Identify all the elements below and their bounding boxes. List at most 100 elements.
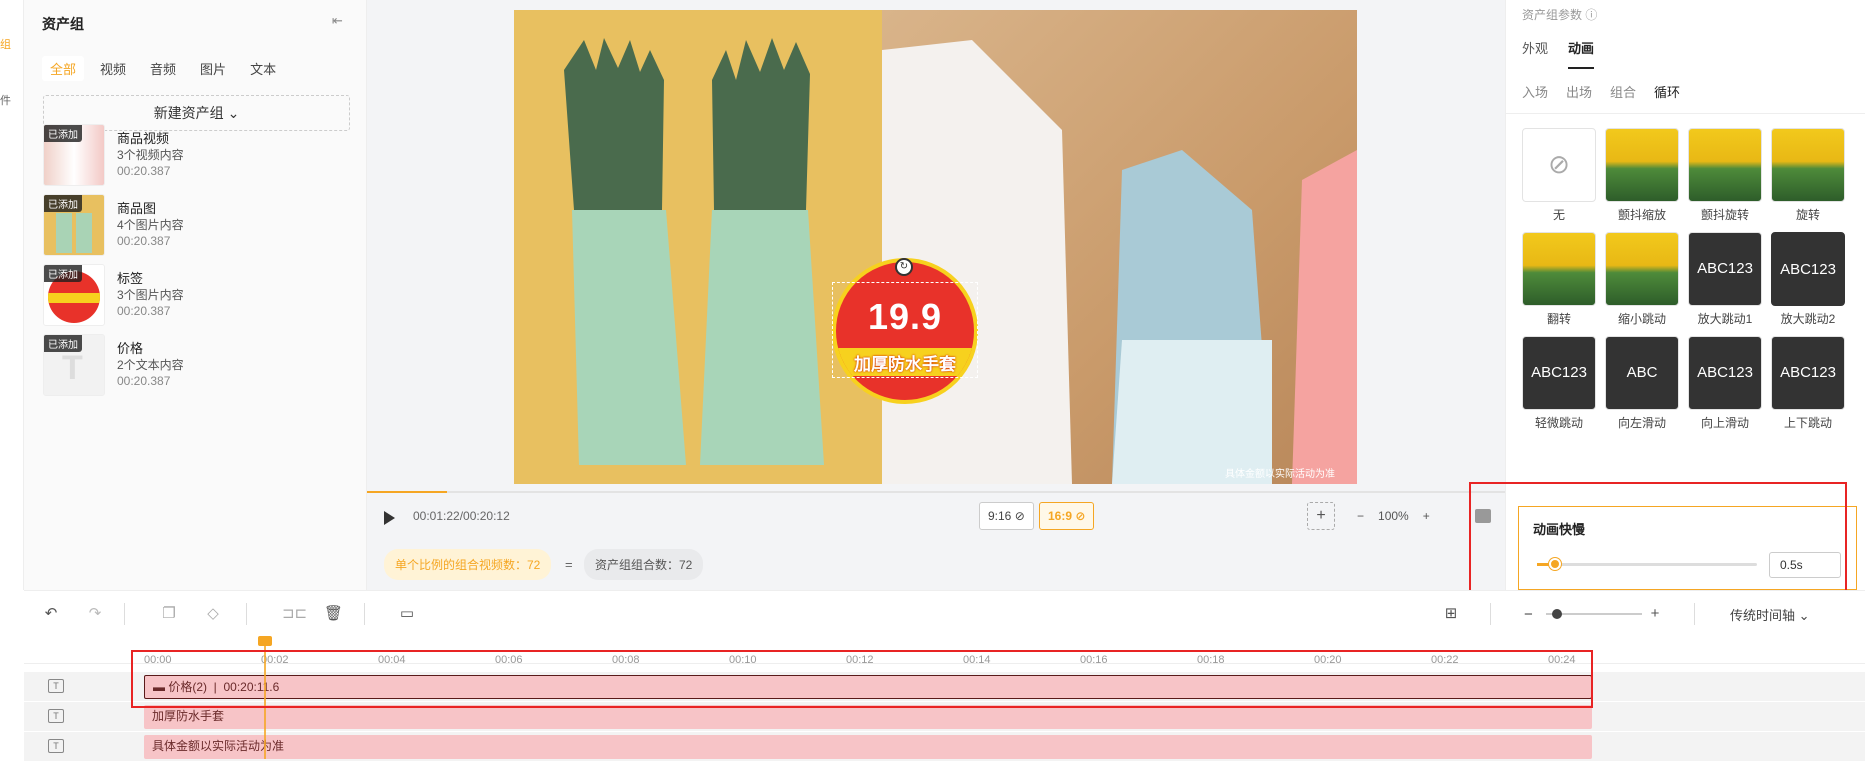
subtab-loop[interactable]: 循环 <box>1654 82 1680 101</box>
undo-icon[interactable]: ↶ <box>42 605 60 623</box>
play-icon[interactable] <box>384 511 395 525</box>
animation-preview: ABC123 <box>1688 232 1762 306</box>
props-title: 资产组参数 ⓘ <box>1522 6 1597 23</box>
folder-icon[interactable]: ▭ <box>398 605 416 623</box>
asset-name: 价格 <box>117 341 144 356</box>
animation-option[interactable]: ABC123 上下跳动 <box>1771 336 1845 431</box>
track-row: T 具体金额以实际活动为准 <box>24 732 1865 762</box>
tab-animation[interactable]: 动画 <box>1568 38 1595 69</box>
clip-text[interactable]: 加厚防水手套 <box>144 705 1592 729</box>
eraser-icon[interactable]: ◇ <box>204 605 222 623</box>
tab-text[interactable]: 文本 <box>242 56 284 81</box>
tab-all[interactable]: 全部 <box>42 56 85 81</box>
separator <box>246 603 247 625</box>
snap-icon[interactable]: ⊞ <box>1442 605 1460 623</box>
asset-tabs: 全部 视频 音频 图片 文本 <box>42 56 284 81</box>
timeline-mode-select[interactable]: 传统时间轴 ⌄ <box>1730 605 1810 624</box>
playhead-handle[interactable] <box>258 636 272 646</box>
animation-preview <box>1522 232 1596 306</box>
animation-option[interactable]: 颤抖缩放 <box>1605 128 1679 223</box>
preview-canvas[interactable]: 19.9 加厚防水手套 ↻ 具体金额以实际活动为准 <box>514 10 1357 484</box>
asset-duration: 00:20.387 <box>117 164 171 178</box>
asset-name: 商品视频 <box>117 131 170 146</box>
animation-name: 上下跳动 <box>1783 416 1832 430</box>
timeline-zoom-out-icon[interactable]: − <box>1524 606 1533 623</box>
selection-box[interactable] <box>832 282 978 378</box>
ratio-9-16-button[interactable]: 9:16 ⊘ <box>979 502 1034 530</box>
animation-option[interactable]: ABC123 放大跳动2 <box>1771 232 1845 327</box>
tab-image[interactable]: 图片 <box>192 56 234 81</box>
animation-option[interactable]: 翻转 <box>1522 232 1596 327</box>
separator <box>364 603 365 625</box>
combo-video-count: 单个比例的组合视频数：72 <box>384 549 552 580</box>
animation-option[interactable]: ABC 向左滑动 <box>1605 336 1679 431</box>
copy-icon[interactable]: ❐ <box>160 605 178 623</box>
tab-video[interactable]: 视频 <box>92 56 134 81</box>
nav-mark[interactable]: 件 <box>0 92 11 108</box>
playback-progress-track[interactable] <box>367 491 1505 493</box>
help-icon[interactable]: ⓘ <box>1585 8 1597 22</box>
add-ratio-button[interactable]: + <box>1307 502 1335 530</box>
unlink-icon: ⊘ <box>1075 509 1086 523</box>
asset-count: 2个文本内容 <box>117 358 184 372</box>
tab-audio[interactable]: 音频 <box>142 56 184 81</box>
preview-area: 19.9 加厚防水手套 ↻ 具体金额以实际活动为准 00:01:22/00:20… <box>367 0 1505 590</box>
animation-preview: ABC123 <box>1771 232 1845 306</box>
ratio-16-9-button[interactable]: 16:9 ⊘ <box>1039 502 1095 530</box>
animation-name: 旋转 <box>1795 208 1820 222</box>
animation-name: 放大跳动2 <box>1780 312 1836 326</box>
playback-progress-fill <box>367 491 447 493</box>
added-badge: 已添加 <box>44 125 82 142</box>
added-badge: 已添加 <box>44 265 82 282</box>
animation-option[interactable]: 旋转 <box>1771 128 1845 223</box>
text-type-icon: T <box>62 349 83 387</box>
chevron-down-icon: ⌄ <box>227 105 240 121</box>
asset-item-price[interactable]: 已添加 T 价格 2个文本内容 00:20.387 <box>43 334 353 400</box>
asset-item-product-video[interactable]: 已添加 商品视频 3个视频内容 00:20.387 <box>43 124 353 190</box>
divider <box>1506 113 1865 114</box>
animation-preview <box>1605 128 1679 202</box>
redo-icon[interactable]: ↷ <box>86 605 104 623</box>
animation-name: 向上滑动 <box>1700 416 1749 430</box>
collapse-icon[interactable]: ⇤ <box>332 14 348 28</box>
timeline-zoom-in-icon[interactable]: + <box>1646 605 1664 623</box>
animation-option[interactable]: ABC123 向上滑动 <box>1688 336 1762 431</box>
clip-text[interactable]: 具体金额以实际活动为准 <box>144 735 1592 759</box>
animation-preview <box>1688 128 1762 202</box>
asset-name: 商品图 <box>117 201 157 216</box>
animation-option[interactable]: 缩小跳动 <box>1605 232 1679 327</box>
asset-item-product-image[interactable]: 已添加 商品图 4个图片内容 00:20.387 <box>43 194 353 260</box>
rotate-handle-icon[interactable]: ↻ <box>895 258 913 276</box>
asset-duration: 00:20.387 <box>117 374 171 388</box>
product-image-gloves-scene <box>882 10 1357 484</box>
subtab-combo[interactable]: 组合 <box>1610 82 1636 101</box>
asset-item-tag[interactable]: 已添加 标签 3个图片内容 00:20.387 <box>43 264 353 330</box>
animation-name: 无 <box>1552 208 1565 222</box>
split-icon[interactable]: ⊐⊏ <box>282 605 307 623</box>
zoom-in-button[interactable]: + <box>1423 509 1430 523</box>
subtab-exit[interactable]: 出场 <box>1566 82 1592 101</box>
asset-thumbnail: 已添加 <box>43 124 105 186</box>
tab-appearance[interactable]: 外观 <box>1522 38 1548 69</box>
animation-name: 翻转 <box>1546 312 1571 326</box>
timecode: 00:01:22/00:20:12 <box>413 509 510 523</box>
separator <box>1490 603 1491 625</box>
animation-option[interactable]: ABC123 放大跳动1 <box>1688 232 1762 327</box>
timeline-zoom-handle[interactable] <box>1552 609 1562 619</box>
animation-name: 放大跳动1 <box>1697 312 1753 326</box>
subtab-enter[interactable]: 入场 <box>1522 82 1548 101</box>
zoom-out-button[interactable]: − <box>1357 509 1364 523</box>
delete-icon[interactable]: 🗑 <box>324 605 343 623</box>
animation-subtabs: 入场 出场 组合 循环 <box>1522 82 1680 101</box>
asset-thumbnail: 已添加 <box>43 264 105 326</box>
animation-option[interactable]: 颤抖旋转 <box>1688 128 1762 223</box>
product-image-gloves <box>514 10 882 484</box>
nav-mark-active[interactable]: 组 <box>0 36 11 52</box>
asset-thumbnail: 已添加 T <box>43 334 105 396</box>
green-gloves-image <box>564 38 824 465</box>
animation-option[interactable]: ⊘ 无 <box>1522 128 1596 223</box>
added-badge: 已添加 <box>44 195 82 212</box>
props-title-text: 资产组参数 <box>1522 8 1583 22</box>
asset-combo-count: 资产组组合数：72 <box>584 549 704 580</box>
animation-option[interactable]: ABC123 轻微跳动 <box>1522 336 1596 431</box>
